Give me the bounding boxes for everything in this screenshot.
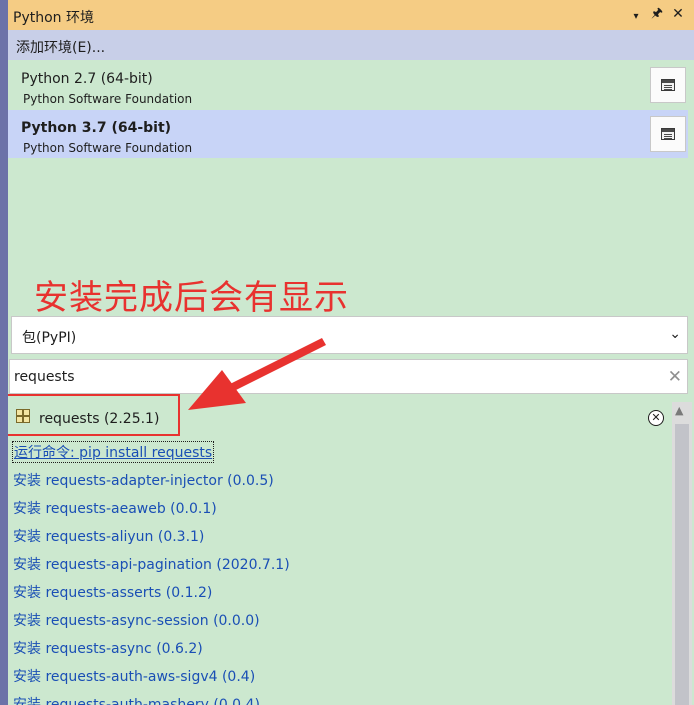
environment-publisher: Python Software Foundation xyxy=(23,141,193,155)
open-interactive-window-button[interactable] xyxy=(650,67,686,103)
interactive-window-icon xyxy=(661,128,675,140)
chevron-down-icon: ⌄ xyxy=(669,326,681,342)
install-package-link[interactable]: 安装 requests-adapter-injector (0.0.5) xyxy=(13,470,290,498)
run-command-link[interactable]: 运行命令: pip install requests xyxy=(12,441,215,463)
pin-icon[interactable]: 🖈 xyxy=(650,6,664,22)
close-icon[interactable]: ✕ xyxy=(671,6,685,22)
environment-item-python27[interactable]: Python 2.7 (64-bit) Python Software Foun… xyxy=(8,61,688,109)
install-package-link[interactable]: 安装 requests-auth-aws-sigv4 (0.4) xyxy=(13,666,290,694)
add-environment-label: 添加环境(E)... xyxy=(16,40,106,56)
open-interactive-window-button[interactable] xyxy=(650,116,686,152)
window-position-dropdown-icon[interactable]: ▾ xyxy=(629,9,643,25)
annotation-text: 安装完成后会有显示 xyxy=(34,278,349,318)
install-package-link[interactable]: 安装 requests-auth-mashery (0.0.4) xyxy=(13,694,290,705)
package-search-input[interactable]: requests ✕ xyxy=(9,359,688,394)
environment-item-python37[interactable]: Python 3.7 (64-bit) Python Software Foun… xyxy=(8,110,688,158)
panel-title: Python 环境 xyxy=(13,10,94,26)
scroll-up-icon[interactable]: ▲ xyxy=(675,404,683,417)
install-package-link[interactable]: 安装 requests-aeaweb (0.0.1) xyxy=(13,498,290,526)
package-source-select[interactable]: 包(PyPI) ⌄ xyxy=(11,316,688,354)
vertical-scrollbar[interactable]: ▲ xyxy=(672,402,692,705)
python-environments-panel: Python 环境 ▾ 🖈 ✕ 添加环境(E)... Python 2.7 (6… xyxy=(8,0,694,705)
install-package-list: 安装 requests-adapter-injector (0.0.5) 安装 … xyxy=(13,470,290,705)
title-bar: Python 环境 ▾ 🖈 ✕ xyxy=(8,0,694,30)
install-package-link[interactable]: 安装 requests-async (0.6.2) xyxy=(13,638,290,666)
uninstall-package-icon[interactable]: ✕ xyxy=(648,410,664,426)
install-package-link[interactable]: 安装 requests-aliyun (0.3.1) xyxy=(13,526,290,554)
install-package-link[interactable]: 安装 requests-api-pagination (2020.7.1) xyxy=(13,554,290,582)
package-source-value: 包(PyPI) xyxy=(22,330,77,346)
install-package-link[interactable]: 安装 requests-asserts (0.1.2) xyxy=(13,582,290,610)
environment-name: Python 3.7 (64-bit) xyxy=(21,120,172,136)
interactive-window-icon xyxy=(661,79,675,91)
environment-publisher: Python Software Foundation xyxy=(23,92,193,106)
clear-search-icon[interactable]: ✕ xyxy=(668,367,682,387)
search-value: requests xyxy=(14,369,75,385)
annotation-highlight-box xyxy=(8,394,180,436)
install-package-link[interactable]: 安装 requests-async-session (0.0.0) xyxy=(13,610,290,638)
scrollbar-thumb[interactable] xyxy=(675,424,689,705)
add-environment-button[interactable]: 添加环境(E)... xyxy=(8,30,694,60)
environment-name: Python 2.7 (64-bit) xyxy=(21,71,153,87)
